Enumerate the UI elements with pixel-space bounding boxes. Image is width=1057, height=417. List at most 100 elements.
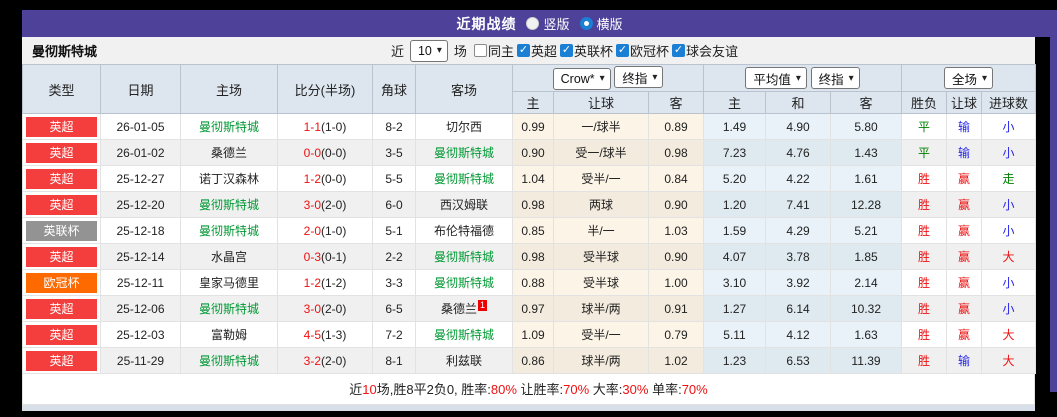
same-home-filter[interactable]: 同主 [473, 41, 514, 60]
home-team[interactable]: 曼彻斯特城 [199, 354, 259, 368]
layout-radio-horizontal[interactable]: 横版 [579, 14, 623, 33]
league-filter-league-cup[interactable]: ✓ 英联杯 [559, 41, 613, 60]
home-team[interactable]: 水晶宫 [211, 250, 247, 264]
away-team-name[interactable]: 曼彻斯特城 [434, 146, 494, 160]
result-handicap: 赢 [946, 165, 982, 192]
chevron-down-icon: ▾ [599, 73, 605, 85]
europe-odds-time-value: 终指 [818, 72, 844, 87]
col-header-corner: 角球 [372, 64, 416, 114]
league-filter-epl[interactable]: ✓ 英超 [516, 41, 557, 60]
result-goals: 走 [980, 165, 1037, 192]
away-team-name[interactable]: 桑德兰 [441, 302, 477, 316]
euro-draw-odds: 7.41 [765, 191, 831, 218]
full-time-score[interactable]: 0-0 [304, 146, 321, 160]
page-background-strip [1050, 10, 1057, 392]
away-team-name[interactable]: 切尔西 [446, 120, 482, 134]
full-time-score[interactable]: 3-0 [304, 198, 321, 212]
asian-away-odds: 0.90 [648, 191, 704, 218]
score-cell[interactable]: 1-2(1-2) [277, 269, 373, 296]
home-team[interactable]: 桑德兰 [211, 146, 247, 160]
home-team[interactable]: 曼彻斯特城 [199, 120, 259, 134]
odds-company-select[interactable]: Crow* ▾ [552, 67, 611, 90]
euro-home-odds: 1.23 [703, 347, 766, 374]
checkbox-checked-icon[interactable]: ✓ [615, 44, 629, 57]
score-cell[interactable]: 4-5(1-3) [277, 321, 373, 348]
checkbox-unchecked-icon[interactable] [473, 44, 487, 57]
result-handicap: 赢 [946, 295, 982, 322]
away-team-name[interactable]: 曼彻斯特城 [434, 172, 494, 186]
home-team[interactable]: 皇家马德里 [199, 276, 259, 290]
checkbox-checked-icon[interactable]: ✓ [516, 44, 530, 57]
asian-handicap-line: 一/球半 [553, 113, 649, 140]
summary-part: 70% [563, 382, 590, 397]
result-outcome: 胜 [901, 321, 947, 348]
euro-home-odds: 4.07 [703, 243, 766, 270]
away-team-name[interactable]: 曼彻斯特城 [434, 328, 494, 342]
checkbox-checked-icon[interactable]: ✓ [672, 44, 685, 57]
home-team[interactable]: 诺丁汉森林 [199, 172, 259, 186]
col-header-home: 主场 [180, 64, 278, 114]
full-time-score[interactable]: 3-2 [304, 354, 321, 368]
full-time-score[interactable]: 1-1 [304, 120, 321, 134]
asian-home-odds: 1.09 [512, 321, 554, 348]
home-team[interactable]: 富勒姆 [211, 328, 247, 342]
match-type-badge: 英超 [26, 116, 97, 137]
corner-score: 2-2 [372, 243, 416, 270]
score-cell[interactable]: 0-0(0-0) [277, 139, 373, 166]
away-team-name[interactable]: 利兹联 [446, 354, 482, 368]
score-cell[interactable]: 1-1(1-0) [277, 113, 373, 140]
score-cell[interactable]: 3-0(2-0) [277, 295, 373, 322]
euro-away-odds: 11.39 [830, 347, 902, 374]
away-team-name[interactable]: 西汉姆联 [440, 198, 488, 212]
euro-draw-odds: 3.78 [765, 243, 831, 270]
full-time-score[interactable]: 4-5 [304, 328, 321, 342]
scope-select[interactable]: 全场 ▾ [943, 67, 994, 89]
match-type-badge: 英超 [26, 324, 97, 345]
away-team-name[interactable]: 曼彻斯特城 [434, 276, 494, 290]
match-count-select[interactable]: 10 ▾ [409, 39, 448, 62]
score-cell[interactable]: 0-3(0-1) [277, 243, 373, 270]
results-tbody: 英超 26-01-05 曼彻斯特城 1-1(1-0) 8-2 切尔西 0.99 … [22, 113, 1037, 374]
euro-away-odds: 10.32 [830, 295, 902, 322]
layout-radio-vertical[interactable]: 竖版 [526, 14, 570, 33]
away-team-name[interactable]: 曼彻斯特城 [434, 250, 494, 264]
match-row: 英超 25-12-06 曼彻斯特城 3-0(2-0) 6-5 桑德兰 1 0.97… [22, 295, 1037, 322]
europe-odds-source-select[interactable]: 平均值 ▾ [745, 67, 807, 89]
home-team[interactable]: 曼彻斯特城 [199, 198, 259, 212]
summary-part: 30% [622, 382, 649, 397]
summary-part: 70% [681, 382, 708, 397]
score-cell[interactable]: 3-0(2-0) [277, 191, 373, 218]
europe-odds-time-select[interactable]: 终指 ▾ [810, 67, 860, 89]
euro-away-odds: 1.85 [830, 243, 902, 270]
home-team[interactable]: 曼彻斯特城 [199, 302, 259, 316]
asian-home-odds: 1.04 [512, 165, 554, 192]
col-header-date: 日期 [100, 64, 181, 114]
score-cell[interactable]: 1-2(0-0) [277, 165, 373, 192]
score-cell[interactable]: 2-0(1-0) [277, 217, 373, 244]
match-row: 欧冠杯 25-12-11 皇家马德里 1-2(1-2) 3-3 曼彻斯特城 0.… [22, 269, 1037, 296]
score-cell[interactable]: 3-2(2-0) [277, 347, 373, 374]
sub-header-goals-result: 进球数 [980, 91, 1037, 114]
full-time-score[interactable]: 3-0 [304, 302, 321, 316]
league-filter-ucl[interactable]: ✓ 欧冠杯 [615, 41, 669, 60]
league-filter-friendly[interactable]: ✓ 球会友谊 [672, 41, 738, 60]
summary-part: 10 [362, 382, 377, 397]
full-time-score[interactable]: 2-0 [304, 224, 321, 238]
col-header-score: 比分(半场) [277, 64, 373, 114]
away-team-name[interactable]: 布伦特福德 [434, 224, 494, 238]
full-time-score[interactable]: 1-2 [304, 276, 321, 290]
scope-value: 全场 [951, 72, 977, 87]
full-time-score[interactable]: 0-3 [304, 250, 321, 264]
summary-part: 单率: [648, 382, 682, 397]
match-row: 英超 26-01-05 曼彻斯特城 1-1(1-0) 8-2 切尔西 0.99 … [22, 113, 1037, 140]
home-team[interactable]: 曼彻斯特城 [199, 224, 259, 238]
checkbox-checked-icon[interactable]: ✓ [559, 44, 573, 57]
radio-checked-icon[interactable] [579, 17, 593, 30]
result-outcome: 胜 [901, 243, 947, 270]
full-time-score[interactable]: 1-2 [304, 172, 321, 186]
match-row: 英超 25-12-14 水晶宫 0-3(0-1) 2-2 曼彻斯特城 0.98 … [22, 243, 1037, 270]
asian-odds-time-select[interactable]: 终指 ▾ [614, 66, 664, 89]
radio-unchecked-icon[interactable] [526, 17, 540, 30]
sub-header-asian-home: 主 [512, 91, 554, 114]
summary-part: 场,胜8平2负0, 胜率: [376, 382, 491, 397]
